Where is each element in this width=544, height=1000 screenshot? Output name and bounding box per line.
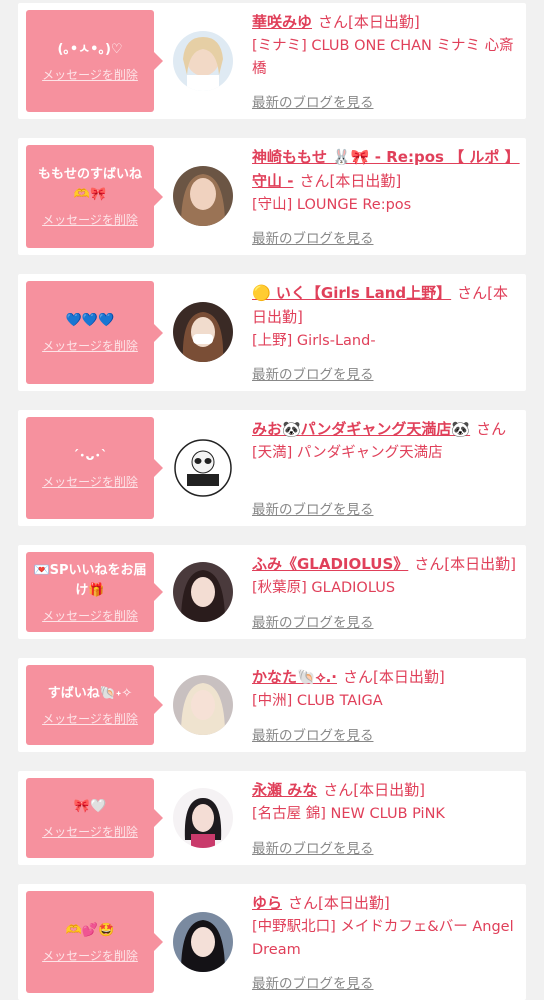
blog-link[interactable]: 最新のブログを見る [252,724,374,744]
honorific: さん [343,668,374,686]
message-text: 🎀🤍 [73,798,107,814]
cast-info: かなた🐚⟡.· さん[本日出勤] [中洲] CLUB TAIGA [252,665,520,713]
blog-link[interactable]: 最新のブログを見る [252,91,374,111]
shop-name: [中野駅北口] メイドカフェ&バー Angel Dream [252,919,514,958]
honorific: さん [318,13,349,31]
blog-link[interactable]: 最新のブログを見る [252,498,374,518]
like-list: (｡•ㅅ•｡)♡ メッセージを削除 華咲みゆ さん[本日出勤] [ミナミ] CLU… [0,0,544,1000]
shop-name: [中洲] CLUB TAIGA [252,693,383,709]
honorific: さん [414,555,445,573]
cast-info: ゆら さん[本日出勤] [中野駅北口] メイドカフェ&バー Angel Dream [252,891,520,962]
delete-message-link[interactable]: メッセージを削除 [42,823,138,840]
message-bubble: ももせのすばいね🫶🎀 メッセージを削除 [26,145,163,248]
message-bubble: 💙💙💙 メッセージを削除 [26,281,163,384]
list-item: ´･ᴗ･` メッセージを削除 みお🐼パンダギャング天満店🐼 さん [天満] パンダ… [18,410,526,526]
shop-name: [天満] パンダギャング天満店 [252,445,443,461]
cast-name-link[interactable]: 華咲みゆ [252,13,312,31]
list-item: 💌SPいいねをお届け🎁 メッセージを削除 ふみ《GLADIOLUS》 さん[本日出… [18,545,526,639]
blog-link[interactable]: 最新のブログを見る [252,972,374,992]
list-item: ももせのすばいね🫶🎀 メッセージを削除 神崎ももせ 🐰🎀 - Re:pos 【 … [18,138,526,255]
message-bubble: (｡•ㅅ•｡)♡ メッセージを削除 [26,10,163,112]
cast-name-link[interactable]: 🟡 いく【Girls Land上野】 [252,284,451,302]
message-text: ももせのすばいね🫶🎀 [37,167,142,202]
shop-name: [秋葉原] GLADIOLUS [252,580,396,596]
delete-message-link[interactable]: メッセージを削除 [42,947,138,964]
avatar[interactable] [173,438,233,498]
message-bubble: すばいね🐚˖✧ メッセージを削除 [26,665,163,745]
cast-name-link[interactable]: かなた🐚⟡.· [252,668,337,686]
list-item: 💙💙💙 メッセージを削除 🟡 いく【Girls Land上野】 さん[本日出勤] … [18,274,526,391]
avatar[interactable] [173,31,233,91]
list-item: 🎀🤍 メッセージを削除 永瀬 みな さん[本日出勤] [名古屋 錦] NEW CL… [18,771,526,865]
blog-link[interactable]: 最新のブログを見る [252,227,374,247]
message-text: 💌SPいいねをお届け🎁 [33,562,147,598]
message-text: 🫶💕🤩 [65,922,115,938]
message-text: 💙💙💙 [65,313,115,328]
delete-message-link[interactable]: メッセージを削除 [42,211,138,228]
shop-name: [守山] LOUNGE Re:pos [252,197,412,213]
status-badge: [本日出勤] [444,555,517,573]
message-text: ´･ᴗ･` [72,448,108,464]
cast-name-link[interactable]: みお🐼パンダギャング天満店🐼 [252,420,470,438]
shop-name: [ミナミ] CLUB ONE CHAN ミナミ 心斎橋 [252,38,514,77]
status-badge: [本日出勤] [348,13,420,31]
message-bubble: 🎀🤍 メッセージを削除 [26,778,163,858]
message-bubble: 💌SPいいねをお届け🎁 メッセージを削除 [26,552,163,632]
status-badge: [本日出勤] [329,172,402,190]
shop-name: [上野] Girls-Land- [252,333,376,349]
avatar[interactable] [173,912,233,972]
cast-info: 華咲みゆ さん[本日出勤] [ミナミ] CLUB ONE CHAN ミナミ 心斎橋 [252,10,520,81]
honorific: さん [288,894,319,912]
cast-info: 神崎ももせ 🐰🎀 - Re:pos 【 ルポ 】守山 - さん[本日出勤] [守山… [252,145,520,217]
list-item: (｡•ㅅ•｡)♡ メッセージを削除 華咲みゆ さん[本日出勤] [ミナミ] CLU… [18,3,526,119]
cast-info: ふみ《GLADIOLUS》 さん[本日出勤] [秋葉原] GLADIOLUS [252,552,520,600]
message-bubble: 🫶💕🤩 メッセージを削除 [26,891,163,993]
honorific: さん [457,284,488,302]
list-item: 🫶💕🤩 メッセージを削除 ゆら さん[本日出勤] [中野駅北口] メイドカフェ&バ… [18,884,526,1000]
avatar[interactable] [173,675,233,735]
honorific: さん [299,172,330,190]
cast-info: みお🐼パンダギャング天満店🐼 さん [天満] パンダギャング天満店 [252,417,520,465]
blog-link[interactable]: 最新のブログを見る [252,837,374,857]
blog-link[interactable]: 最新のブログを見る [252,611,374,631]
avatar[interactable] [173,562,233,622]
cast-info: 🟡 いく【Girls Land上野】 さん[本日出勤] [上野] Girls-La… [252,281,520,353]
cast-name-link[interactable]: ふみ《GLADIOLUS》 [252,555,408,573]
delete-message-link[interactable]: メッセージを削除 [42,473,138,490]
shop-name: [名古屋 錦] NEW CLUB PiNK [252,806,445,822]
status-badge: [本日出勤] [373,668,445,686]
honorific: さん [323,781,354,799]
avatar[interactable] [173,788,233,848]
avatar[interactable] [173,166,233,226]
cast-info: 永瀬 みな さん[本日出勤] [名古屋 錦] NEW CLUB PiNK [252,778,520,826]
delete-message-link[interactable]: メッセージを削除 [42,337,138,354]
message-bubble: ´･ᴗ･` メッセージを削除 [26,417,163,519]
delete-message-link[interactable]: メッセージを削除 [42,607,138,624]
status-badge: [本日出勤] [353,781,425,799]
list-item: すばいね🐚˖✧ メッセージを削除 かなた🐚⟡.· さん[本日出勤] [中洲] CL… [18,658,526,752]
cast-name-link[interactable]: ゆら [252,894,282,912]
delete-message-link[interactable]: メッセージを削除 [42,66,138,83]
delete-message-link[interactable]: メッセージを削除 [42,710,138,727]
avatar[interactable] [173,302,233,362]
blog-link[interactable]: 最新のブログを見る [252,363,374,383]
honorific: さん [476,420,507,438]
cast-name-link[interactable]: 永瀬 みな [252,781,317,799]
status-badge: [本日出勤] [318,894,390,912]
message-text: (｡•ㅅ•｡)♡ [57,41,123,57]
message-text: すばいね🐚˖✧ [47,685,133,701]
